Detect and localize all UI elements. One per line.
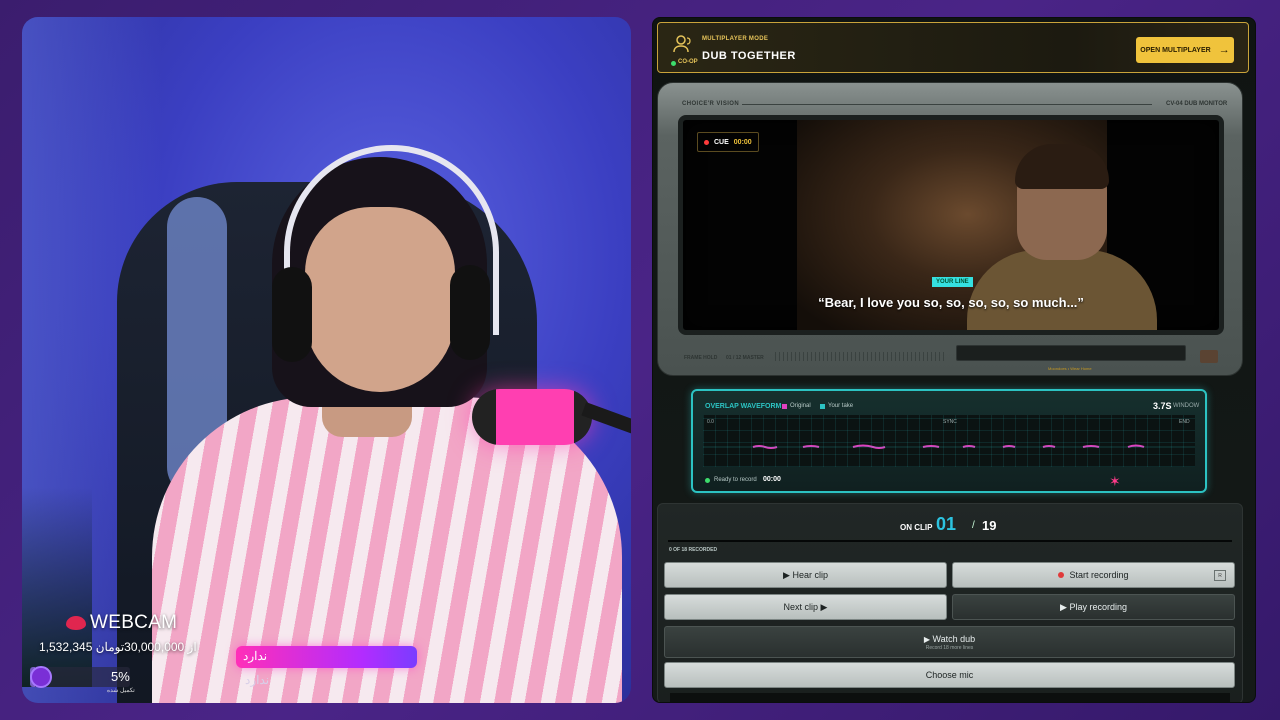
watch-dub-text: Watch dub — [932, 633, 976, 644]
actor-sweater — [967, 250, 1157, 330]
track-caption: Moondoes • Wear Home — [1048, 366, 1092, 371]
record-icon — [1058, 572, 1065, 578]
clip-separator: / — [972, 520, 975, 531]
actor-hair — [1015, 144, 1109, 189]
choose-mic-button[interactable]: Choose mic — [664, 662, 1235, 688]
choose-mic-label: Choose mic — [925, 670, 974, 680]
window-value: 3.7S — [1153, 401, 1172, 411]
frame-hold-label: FRAME HOLD — [684, 355, 718, 361]
legend-take-label: Your take — [828, 403, 854, 409]
multiplayer-title: DUB TOGETHER — [702, 50, 796, 62]
headset-right-cup — [450, 265, 490, 360]
track-slot — [956, 345, 1186, 361]
play-recording-button[interactable]: ▶ Play recording — [952, 594, 1235, 620]
monitor-vent-ticks — [775, 352, 945, 361]
window-label: WINDOW — [1173, 403, 1200, 409]
online-status-label: CO-OP — [678, 59, 698, 65]
controls-footer-strip — [670, 693, 1230, 702]
donation-progress-caption: تکمیل شده — [107, 688, 135, 694]
ready-status-time: 00:00 — [763, 476, 781, 483]
play-recording-label: ▶ Play recording — [1060, 601, 1127, 612]
online-status-dot — [671, 61, 676, 66]
legend-original-label: Original — [790, 403, 811, 409]
controls-divider — [668, 540, 1232, 542]
clip-controls-panel: ON CLIP 01 / 19 0 OF 18 RECORDED ▶ Hear … — [657, 503, 1243, 702]
waveform-axis-sync: SYNC — [943, 419, 957, 425]
ready-status-label: Ready to record — [714, 477, 757, 483]
gem-icon — [30, 666, 52, 688]
legend-original-swatch — [782, 404, 787, 409]
cue-time: 00:00 — [733, 138, 752, 146]
dub-monitor: CHOICE'R VISION CV-04 DUB MONITOR CUE 00… — [657, 82, 1243, 376]
play-icon: ▶ — [923, 634, 930, 644]
total-clip-count: 19 — [982, 518, 997, 533]
next-clip-label: Next clip ▶ — [783, 601, 828, 612]
on-clip-label: ON CLIP — [900, 523, 933, 532]
webcam-title: WEBCAM — [66, 612, 177, 634]
video-screen[interactable]: CUE 00:00 YOUR LINE “Bear, I love you so… — [678, 115, 1224, 335]
alert-subtext: ندارد — [245, 673, 270, 687]
waveform-plot[interactable]: 0.0 SYNC END — [703, 415, 1195, 467]
open-multiplayer-label: OPEN MULTIPLAYER — [1140, 46, 1211, 54]
hear-clip-button[interactable]: ▶ Hear clip — [664, 562, 947, 588]
headset-left-cup — [272, 267, 312, 362]
waveform-title: OVERLAP WAVEFORM — [705, 403, 782, 410]
watch-dub-subtext: Record 18 more lines — [925, 644, 974, 651]
webcam-title-text: WEBCAM — [90, 612, 178, 633]
arrow-right-icon: → — [1218, 44, 1230, 56]
multiplayer-kicker: MULTIPLAYER MODE — [702, 36, 769, 42]
monitor-divider — [742, 104, 1152, 105]
subtitle-line: “Bear, I love you so, so, so, so, so muc… — [818, 295, 1084, 310]
microphone — [472, 389, 592, 445]
current-clip-number: 01 — [936, 514, 957, 534]
watch-dub-label: ▶ Watch dub — [924, 634, 975, 644]
master-label: 01 / 12 MASTER — [726, 355, 764, 361]
waveform-axis-end: END — [1179, 419, 1190, 425]
cue-record-dot — [704, 139, 709, 145]
your-line-tag: YOUR LINE — [932, 277, 973, 287]
webcam-panel — [22, 17, 631, 703]
recorded-count: 0 OF 18 RECORDED — [669, 547, 718, 553]
plant — [22, 487, 92, 687]
multiplayer-banner: CO-OP MULTIPLAYER MODE DUB TOGETHER OPEN… — [657, 22, 1249, 73]
donation-goal-text: 1,532,345 از 30,000,000تومان — [39, 640, 197, 654]
open-multiplayer-button[interactable]: OPEN MULTIPLAYER → — [1136, 37, 1234, 63]
overlap-waveform-panel: OVERLAP WAVEFORM Original Your take 3.7S… — [691, 389, 1207, 493]
record-shortcut-key: R — [1214, 570, 1226, 581]
ready-status-dot — [705, 478, 710, 483]
waveform-axis-start: 0.0 — [707, 419, 714, 425]
next-clip-button[interactable]: Next clip ▶ — [664, 594, 947, 620]
legend-take-swatch — [820, 404, 825, 409]
start-recording-button[interactable]: Start recording R — [952, 562, 1235, 588]
lips-icon — [66, 616, 86, 630]
start-recording-label: Start recording — [1069, 570, 1129, 580]
alert-text: ندارد — [243, 649, 268, 663]
mouse-cursor-icon: ✶ — [1109, 473, 1121, 489]
monitor-brand-label: CHOICE'R VISION — [682, 101, 740, 107]
monitor-model-label: CV-04 DUB MONITOR — [1166, 101, 1228, 107]
cue-label: CUE — [714, 138, 729, 146]
watch-dub-button[interactable]: ▶ Watch dub Record 18 more lines — [664, 626, 1235, 658]
user-icon — [673, 35, 691, 53]
donation-progress-percent: 5% — [111, 669, 130, 684]
cue-indicator: CUE 00:00 — [697, 132, 759, 152]
hear-clip-label: ▶ Hear clip — [783, 569, 828, 580]
clip-thumbnail[interactable] — [1200, 350, 1218, 363]
dub-app: CO-OP MULTIPLAYER MODE DUB TOGETHER OPEN… — [652, 17, 1256, 703]
